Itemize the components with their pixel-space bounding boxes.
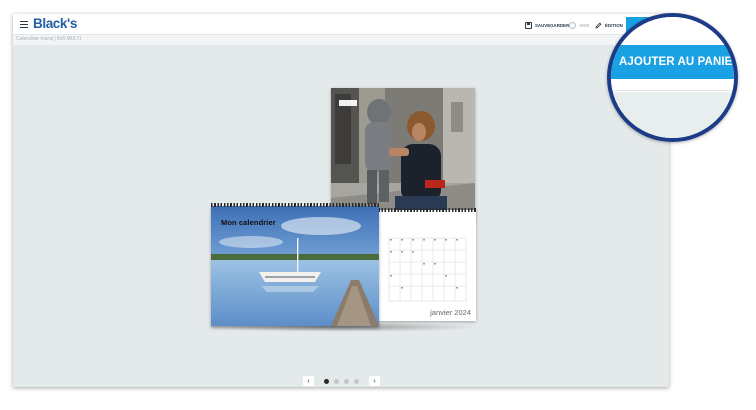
next-page-button[interactable]: › xyxy=(369,376,380,386)
help-label: AIDE xyxy=(579,22,590,28)
magnified-add-to-cart-button[interactable]: AJOUTER AU PANIER xyxy=(611,45,738,79)
calendar-top-photo xyxy=(331,88,475,221)
top-bar: Black's SAUVEGARDER AIDE ÉDITION xyxy=(13,14,669,35)
magnifier-callout: AJOUTER AU PANIER xyxy=(607,13,738,142)
help-button[interactable]: AIDE xyxy=(569,20,590,30)
calendar-title: Mon calendrier xyxy=(221,218,276,227)
previous-page-button[interactable]: ‹ xyxy=(303,376,314,386)
save-button[interactable]: SAUVEGARDER xyxy=(525,20,569,30)
calendar-month-label: janvier 2024 xyxy=(430,308,471,317)
page-dots xyxy=(314,376,369,386)
magnified-canvas xyxy=(611,92,734,138)
page-dot[interactable] xyxy=(324,378,329,384)
page-dot[interactable] xyxy=(334,378,339,384)
screenshot-stage: Black's SAUVEGARDER AIDE ÉDITION Calendr… xyxy=(0,0,756,410)
chevron-left-icon: ‹ xyxy=(307,377,310,385)
brand-logo[interactable]: Black's xyxy=(33,16,77,31)
pencil-icon xyxy=(595,22,602,29)
add-to-cart-label: AJOUTER AU PANIER xyxy=(619,56,738,68)
preview-pager: ‹ › xyxy=(303,376,380,386)
calendar-front-page: Mon calendrier xyxy=(211,206,379,326)
calendar-grid-page: janvier 2024 xyxy=(375,210,476,321)
help-icon xyxy=(569,21,576,29)
floppy-disk-icon xyxy=(525,21,532,29)
editor-window: Black's SAUVEGARDER AIDE ÉDITION Calendr… xyxy=(13,14,669,387)
page-dot[interactable] xyxy=(344,378,349,384)
magnified-toolbar-area xyxy=(611,17,734,45)
product-subtitle: Calendrier mural | 8x6 MULTI xyxy=(16,36,82,42)
save-label: SAUVEGARDER xyxy=(535,22,570,28)
chevron-right-icon: › xyxy=(373,377,376,385)
magnified-info-bar xyxy=(611,79,734,91)
spiral-binding-left xyxy=(211,203,379,207)
product-info-bar: Calendrier mural | 8x6 MULTI xyxy=(13,35,669,45)
page-dot[interactable] xyxy=(354,378,359,384)
spiral-binding-right xyxy=(375,208,476,212)
hamburger-menu-icon[interactable] xyxy=(20,21,28,29)
